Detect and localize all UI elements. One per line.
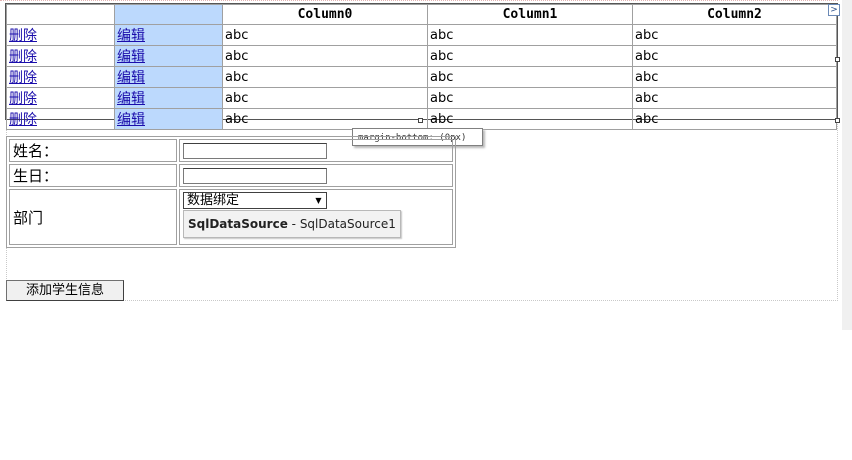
birthday-label: 生日： xyxy=(9,164,177,187)
dropdown-arrow-icon[interactable]: ▼ xyxy=(312,194,325,207)
cell-column2: abc xyxy=(632,87,837,109)
form-row-department: 部门 数据绑定 ▼ SqlDataSource - SqlDataSource1 xyxy=(9,189,453,245)
cell-column1: abc xyxy=(427,66,633,88)
vertical-scrollbar[interactable] xyxy=(842,0,852,330)
table-row: 删除 编辑 abc abc abc xyxy=(6,45,837,67)
resize-handle-bottom[interactable] xyxy=(418,118,423,123)
cell-column2: abc xyxy=(632,45,837,67)
form-row-birthday: 生日： xyxy=(9,164,453,187)
delete-link[interactable]: 删除 xyxy=(9,112,37,128)
name-cell xyxy=(179,139,453,162)
cell-edit: 编辑 xyxy=(114,45,223,67)
cell-delete: 删除 xyxy=(6,87,115,109)
table-row: 删除 编辑 abc abc abc xyxy=(6,24,837,46)
edit-link[interactable]: 编辑 xyxy=(117,49,145,65)
header-column0: Column0 xyxy=(222,4,428,25)
department-dropdown-value: 数据绑定 xyxy=(187,193,240,208)
cell-delete: 删除 xyxy=(6,108,115,130)
cell-column1: abc xyxy=(427,87,633,109)
table-row: 删除 编辑 abc abc abc xyxy=(6,87,837,109)
edit-link[interactable]: 编辑 xyxy=(117,70,145,86)
department-dropdown[interactable]: 数据绑定 ▼ xyxy=(183,192,327,209)
cell-delete: 删除 xyxy=(6,24,115,46)
header-delete-column xyxy=(6,4,115,25)
cell-column1: abc xyxy=(427,45,633,67)
name-input[interactable] xyxy=(183,142,327,159)
department-label: 部门 xyxy=(9,189,177,245)
cell-column0: abc xyxy=(222,45,428,67)
birthday-input[interactable] xyxy=(183,167,327,184)
cell-column1: abc xyxy=(427,24,633,46)
delete-link[interactable]: 删除 xyxy=(9,28,37,44)
header-edit-column[interactable] xyxy=(114,4,223,25)
edit-link[interactable]: 编辑 xyxy=(117,112,145,128)
edit-link[interactable]: 编辑 xyxy=(117,28,145,44)
datasource-id: SqlDataSource1 xyxy=(299,217,396,231)
department-cell: 数据绑定 ▼ SqlDataSource - SqlDataSource1 xyxy=(179,189,453,245)
add-student-button[interactable]: 添加学生信息 xyxy=(6,280,124,301)
cell-column0: abc xyxy=(222,66,428,88)
birthday-cell xyxy=(179,164,453,187)
smart-tag-chevron-right-icon[interactable]: > xyxy=(828,4,840,16)
delete-link[interactable]: 删除 xyxy=(9,91,37,107)
table-row: 删除 编辑 abc abc abc xyxy=(6,66,837,88)
header-column1: Column1 xyxy=(427,4,633,25)
gridview[interactable]: Column0 Column1 Column2 删除 编辑 abc abc ab… xyxy=(6,4,837,130)
cell-edit: 编辑 xyxy=(114,87,223,109)
cell-column2: abc xyxy=(632,24,837,46)
cell-column2: abc xyxy=(632,108,837,130)
cell-edit: 编辑 xyxy=(114,108,223,130)
form-row-name: 姓名： xyxy=(9,139,453,162)
cell-delete: 删除 xyxy=(6,66,115,88)
delete-link[interactable]: 删除 xyxy=(9,70,37,86)
cell-edit: 编辑 xyxy=(114,66,223,88)
gridview-header-row: Column0 Column1 Column2 xyxy=(6,4,837,25)
cell-delete: 删除 xyxy=(6,45,115,67)
cell-column2: abc xyxy=(632,66,837,88)
cell-column0: abc xyxy=(222,24,428,46)
delete-link[interactable]: 删除 xyxy=(9,49,37,65)
student-form-table: 姓名： 生日： 部门 数据绑定 ▼ SqlDataSource - SqlDat… xyxy=(6,136,456,248)
cell-column0: abc xyxy=(222,87,428,109)
edit-link[interactable]: 编辑 xyxy=(117,91,145,107)
datasource-type: SqlDataSource xyxy=(188,217,288,231)
cell-edit: 编辑 xyxy=(114,24,223,46)
cell-column1: abc xyxy=(427,108,633,130)
cell-column0: abc xyxy=(222,108,428,130)
header-column2: Column2 xyxy=(632,4,837,25)
sqldatasource-control[interactable]: SqlDataSource - SqlDataSource1 xyxy=(183,210,401,238)
name-label: 姓名： xyxy=(9,139,177,162)
resize-handle-bottom-right[interactable] xyxy=(835,118,840,123)
resize-handle-right[interactable] xyxy=(835,57,840,62)
datasource-separator: - xyxy=(287,217,300,231)
